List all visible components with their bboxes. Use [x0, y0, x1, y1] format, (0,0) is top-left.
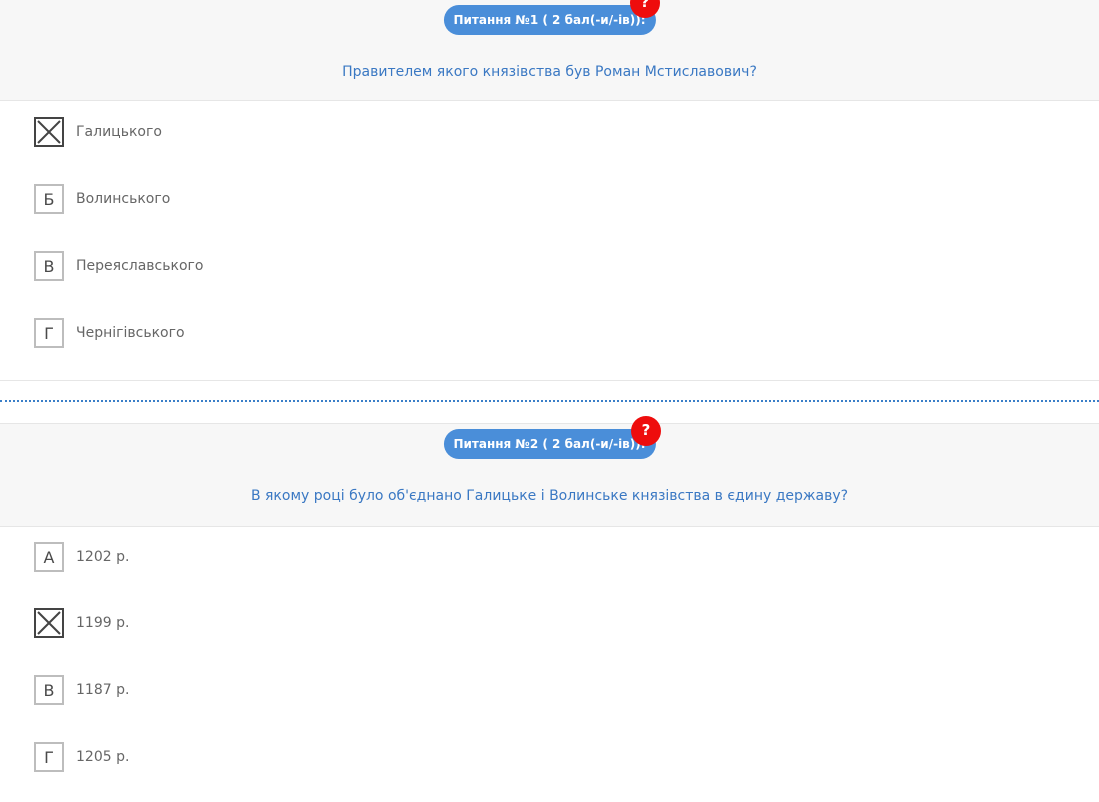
answer-text: Переяславського — [76, 258, 204, 274]
cross-icon — [37, 120, 61, 144]
answer-checkbox[interactable] — [34, 117, 64, 147]
answer-letter-box[interactable]: Г — [34, 318, 64, 348]
answer-text: 1199 р. — [76, 615, 130, 631]
answer-q2-b[interactable]: 1199 р. — [34, 608, 129, 638]
answer-text: 1202 р. — [76, 549, 130, 565]
answer-letter-box[interactable]: Б — [34, 184, 64, 214]
answer-text: 1187 р. — [76, 682, 130, 698]
question-2-badge: Питання №2 ( 2 бал(-и/-ів)): — [443, 429, 656, 459]
answer-text: Галицького — [76, 124, 162, 140]
question-2-header: Питання №2 ( 2 бал(-и/-ів)): ? В якому р… — [0, 416, 1099, 527]
question-divider — [0, 400, 1099, 402]
cross-icon — [37, 611, 61, 635]
answer-q1-b[interactable]: Б Волинського — [34, 184, 170, 214]
answer-letter-box[interactable]: В — [34, 675, 64, 705]
answer-letter-box[interactable]: В — [34, 251, 64, 281]
separator-line — [0, 380, 1099, 381]
answer-text: Чернігівського — [76, 325, 185, 341]
answer-q1-d[interactable]: Г Чернігівського — [34, 318, 185, 348]
help-icon[interactable]: ? — [631, 416, 661, 446]
answer-q2-a[interactable]: А 1202 р. — [34, 542, 129, 572]
answer-letter-box[interactable]: Г — [34, 742, 64, 772]
question-1-answers: Галицького Б Волинського В Переяславсько… — [0, 0, 1099, 380]
answer-q2-c[interactable]: В 1187 р. — [34, 675, 129, 705]
answer-text: 1205 р. — [76, 749, 130, 765]
answer-letter-box[interactable]: А — [34, 542, 64, 572]
answer-text: Волинського — [76, 191, 171, 207]
answer-q1-c[interactable]: В Переяславського — [34, 251, 203, 281]
answer-checkbox[interactable] — [34, 608, 64, 638]
answer-q1-a[interactable]: Галицького — [34, 117, 162, 147]
question-2: Питання №2 ( 2 бал(-и/-ів)): ? В якому р… — [0, 416, 1099, 527]
question-2-text: В якому році було об'єднано Галицьке і В… — [250, 488, 849, 504]
answer-q2-d[interactable]: Г 1205 р. — [34, 742, 129, 772]
